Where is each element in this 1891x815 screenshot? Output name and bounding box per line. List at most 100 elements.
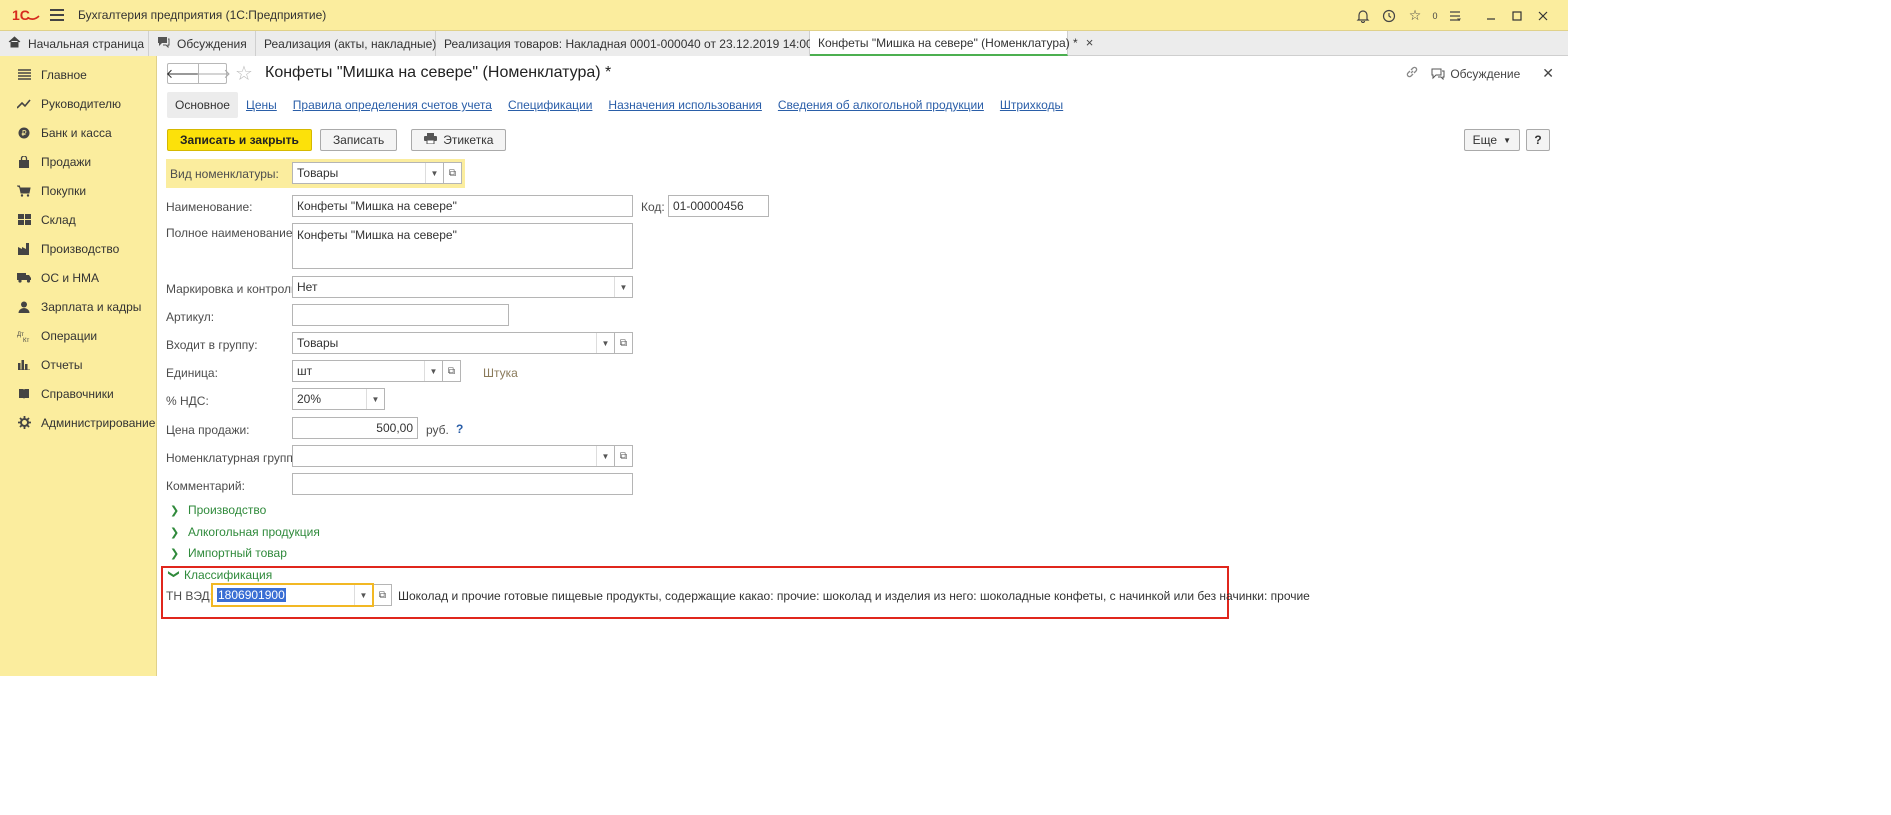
command-bar: Записать и закрыть Записать Этикетка (167, 129, 507, 151)
tab-sales-document[interactable]: Реализация товаров: Накладная 0001-00004… (436, 31, 853, 56)
tab-barcodes[interactable]: Штрихкоды (1000, 98, 1063, 112)
sidebar-item-reports[interactable]: Отчеты (0, 350, 156, 379)
notification-bell-icon[interactable] (1350, 3, 1376, 29)
tab-nomenclature-card[interactable]: Конфеты "Мишка на севере" (Номенклатура)… (810, 31, 1093, 56)
forward-arrow-icon[interactable]: 🡒 (196, 64, 231, 83)
chevron-down-icon: ❯ (167, 569, 180, 579)
chevron-down-icon[interactable]: ▼ (354, 585, 372, 605)
sidebar-item-label: Администрирование (41, 415, 156, 430)
sidebar-item-salary[interactable]: Зарплата и кадры (0, 292, 156, 321)
printer-icon (424, 133, 438, 147)
sidebar-item-warehouse[interactable]: Склад (0, 205, 156, 234)
sidebar-item-bank[interactable]: ₽ Банк и касса (0, 118, 156, 147)
sidebar-item-director[interactable]: Руководителю (0, 89, 156, 118)
help-button[interactable]: ? (1526, 129, 1550, 151)
favorites-star-icon[interactable]: ☆ (1402, 3, 1428, 29)
sidebar-item-label: Покупки (41, 183, 87, 198)
group-alcohol[interactable]: ❯ Алкогольная продукция (170, 525, 320, 539)
back-arrow-icon[interactable]: 🡐 (166, 64, 201, 83)
code-field[interactable]: 01-00000456 (668, 195, 769, 217)
sidebar-item-main[interactable]: Главное (0, 60, 156, 89)
discussion-button[interactable]: Обсуждение (1431, 67, 1520, 81)
price-field[interactable]: 500,00 (292, 417, 418, 439)
bag-icon (16, 155, 32, 168)
group-import[interactable]: ❯ Импортный товар (170, 546, 287, 560)
chevron-right-icon: ❯ (170, 547, 180, 560)
tab-usage-purposes[interactable]: Назначения использования (608, 98, 761, 112)
more-button[interactable]: Еще ▼ (1463, 129, 1520, 151)
comment-field[interactable] (292, 473, 633, 495)
group-classification[interactable]: ❯ Классификация (167, 568, 273, 582)
kind-value: Товары (297, 166, 339, 180)
tnved-description: Шоколад и прочие готовые пищевые продукт… (398, 589, 1310, 603)
save-and-close-button[interactable]: Записать и закрыть (167, 129, 312, 151)
close-icon[interactable]: × (1086, 35, 1094, 50)
fullname-field[interactable]: Конфеты "Мишка на севере" (292, 223, 633, 269)
group-select[interactable]: Товары ▼ (292, 332, 615, 354)
price-help-icon[interactable]: ? (456, 422, 463, 436)
chevron-down-icon[interactable]: ▼ (596, 446, 614, 466)
tab-account-rules[interactable]: Правила определения счетов учета (293, 98, 492, 112)
book-icon (16, 388, 32, 400)
name-field[interactable]: Конфеты "Мишка на севере" (292, 195, 633, 217)
group-production[interactable]: ❯ Производство (170, 503, 266, 517)
tnved-field[interactable]: 1806901900 ▼ (211, 583, 374, 607)
1c-logo-icon: 1С (12, 5, 42, 25)
sidebar-item-purchases[interactable]: Покупки (0, 176, 156, 205)
open-icon[interactable]: ⧉ (444, 162, 462, 184)
marking-select[interactable]: Нет ▼ (292, 276, 633, 298)
tab-sales-list[interactable]: Реализация (акты, накладные) × (256, 31, 452, 56)
unit-label: Единица: (166, 366, 218, 380)
open-icon[interactable]: ⧉ (443, 360, 461, 382)
link-icon[interactable] (1405, 65, 1419, 82)
sidebar-item-fixed-assets[interactable]: ОС и НМА (0, 263, 156, 292)
open-icon[interactable]: ⧉ (615, 332, 633, 354)
unit-hint: Штука (483, 366, 518, 380)
tab-prices[interactable]: Цены (246, 98, 277, 112)
sidebar-item-production[interactable]: Производство (0, 234, 156, 263)
form-close-icon[interactable]: ✕ (1542, 65, 1554, 82)
open-icon[interactable]: ⧉ (374, 584, 392, 606)
chevron-down-icon[interactable]: ▼ (596, 333, 614, 353)
page-title: Конфеты "Мишка на севере" (Номенклатура)… (265, 64, 612, 81)
article-field[interactable] (292, 304, 509, 326)
history-icon[interactable] (1376, 3, 1402, 29)
maximize-icon[interactable] (1504, 3, 1530, 29)
minimize-icon[interactable] (1478, 3, 1504, 29)
sidebar-item-sales[interactable]: Продажи (0, 147, 156, 176)
app-title: Бухгалтерия предприятия (1С:Предприятие) (78, 8, 327, 22)
discussion-label: Обсуждение (1450, 66, 1521, 81)
tab-alcohol-info[interactable]: Сведения об алкогольной продукции (778, 98, 984, 112)
tab-main[interactable]: Основное (167, 92, 238, 118)
print-label-button[interactable]: Этикетка (411, 129, 507, 151)
open-icon[interactable]: ⧉ (615, 445, 633, 467)
favorite-star-icon[interactable]: ☆ (235, 61, 253, 86)
warehouse-icon (16, 213, 32, 226)
window-close-icon[interactable] (1530, 3, 1556, 29)
tab-home[interactable]: Начальная страница (0, 31, 149, 56)
price-label: Цена продажи: (166, 423, 250, 437)
unit-select[interactable]: шт ▼ (292, 360, 443, 382)
vat-select[interactable]: 20% ▼ (292, 388, 385, 410)
tab-discussions[interactable]: Обсуждения (149, 31, 256, 56)
save-button[interactable]: Записать (319, 129, 398, 151)
nomgroup-select[interactable]: ▼ (292, 445, 615, 467)
chevron-down-icon[interactable]: ▼ (366, 389, 384, 409)
vat-value: 20% (297, 392, 322, 406)
kind-select[interactable]: Товары ▼ (292, 162, 444, 184)
title-bar: 1С Бухгалтерия предприятия (1С:Предприят… (0, 0, 1568, 31)
open-tabs-bar: Начальная страница Обсуждения Реализация… (0, 31, 1568, 56)
sidebar-item-administration[interactable]: Администрирование (0, 408, 156, 437)
cart-icon (16, 185, 32, 197)
chevron-down-icon[interactable]: ▼ (424, 361, 442, 381)
tab-specifications[interactable]: Спецификации (508, 98, 592, 112)
main-menu-icon[interactable] (50, 9, 64, 21)
marking-value: Нет (297, 280, 318, 294)
settings-menu-icon[interactable] (1442, 3, 1468, 29)
price-currency: руб. (426, 423, 449, 437)
chevron-down-icon[interactable]: ▼ (614, 277, 632, 297)
sidebar-item-operations[interactable]: Дт Кт Операции (0, 321, 156, 350)
sidebar-item-catalogs[interactable]: Справочники (0, 379, 156, 408)
sidebar-item-label: Отчеты (41, 357, 83, 372)
chevron-down-icon[interactable]: ▼ (425, 163, 443, 183)
